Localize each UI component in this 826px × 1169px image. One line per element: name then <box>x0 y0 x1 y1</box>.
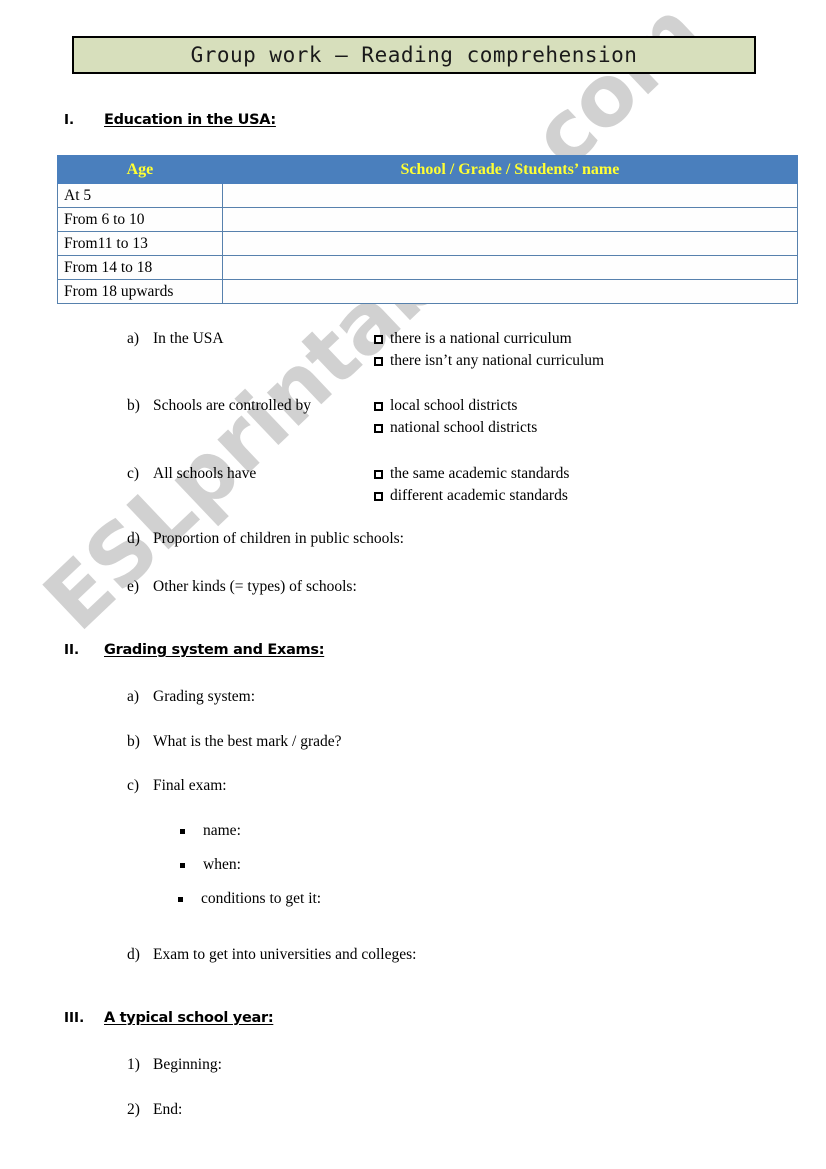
checkbox-icon[interactable] <box>374 492 383 501</box>
table-row: From 6 to 10 <box>57 207 799 232</box>
section-title-2: Grading system and Exams: <box>104 642 325 658</box>
table-cell-answer[interactable] <box>221 231 799 256</box>
options-group-1a: there is a national curriculum there isn… <box>374 330 604 374</box>
bullet-label: when: <box>203 856 241 873</box>
options-group-1c: the same academic standards different ac… <box>374 465 569 509</box>
option-row[interactable]: there is a national curriculum <box>374 330 604 348</box>
section-title-3: A typical school year: <box>104 1010 274 1026</box>
question-2d: d) Exam to get into universities and col… <box>127 946 416 964</box>
checkbox-icon[interactable] <box>374 335 383 344</box>
section-title-1: Education in the USA: <box>104 112 276 128</box>
options-group-1b: local school districts national school d… <box>374 397 537 441</box>
option-row[interactable]: local school districts <box>374 397 537 415</box>
section-heading-1: I. Education in the USA: <box>64 112 276 128</box>
table-header-row: Age School / Grade / Students’ name <box>57 155 799 184</box>
table-cell-age: At 5 <box>57 183 223 208</box>
bullet-label: conditions to get it: <box>201 890 322 907</box>
table-header-school: School / Grade / Students’ name <box>221 155 799 184</box>
question-text: Schools are controlled by <box>153 397 311 414</box>
question-text: In the USA <box>153 330 224 347</box>
table-row: At 5 <box>57 183 799 208</box>
question-text: Other kinds (= types) of schools: <box>153 578 357 595</box>
bullet-exam-conditions: conditions to get it: <box>178 890 321 908</box>
option-label: local school districts <box>390 397 518 414</box>
table-row: From11 to 13 <box>57 231 799 256</box>
worksheet-title: Group work – Reading comprehension <box>190 43 638 67</box>
question-marker: e) <box>127 578 140 595</box>
question-2c: c) Final exam: <box>127 777 227 795</box>
option-row[interactable]: the same academic standards <box>374 465 569 483</box>
question-text: End: <box>153 1101 183 1118</box>
section-heading-3: III. A typical school year: <box>64 1010 274 1026</box>
bullet-label: name: <box>203 822 241 839</box>
question-marker: c) <box>127 777 140 794</box>
question-text: Beginning: <box>153 1056 222 1073</box>
question-text: Exam to get into universities and colleg… <box>153 946 417 963</box>
title-banner: Group work – Reading comprehension <box>72 36 756 74</box>
question-text: All schools have <box>153 465 257 482</box>
question-1c: c) All schools have <box>127 465 256 483</box>
checkbox-icon[interactable] <box>374 424 383 433</box>
question-marker: c) <box>127 465 140 482</box>
table-cell-answer[interactable] <box>221 279 799 304</box>
education-table: Age School / Grade / Students’ name At 5… <box>57 155 799 304</box>
section-numeral-3: III. <box>64 1010 85 1026</box>
bullet-exam-when: when: <box>180 856 241 874</box>
option-label: there isn’t any national curriculum <box>390 352 605 369</box>
question-text: Final exam: <box>153 777 227 794</box>
table-row: From 14 to 18 <box>57 255 799 280</box>
square-bullet-icon <box>180 829 185 834</box>
question-marker: a) <box>127 688 140 705</box>
checkbox-icon[interactable] <box>374 470 383 479</box>
question-marker: 1) <box>127 1056 140 1073</box>
option-label: the same academic standards <box>390 465 570 482</box>
table-header-age: Age <box>57 155 223 184</box>
question-marker: b) <box>127 733 140 750</box>
question-marker: a) <box>127 330 140 347</box>
question-1b: b) Schools are controlled by <box>127 397 311 415</box>
option-label: national school districts <box>390 419 538 436</box>
table-cell-age: From 6 to 10 <box>57 207 223 232</box>
section-numeral-2: II. <box>64 642 80 658</box>
table-cell-age: From11 to 13 <box>57 231 223 256</box>
bullet-exam-name: name: <box>180 822 241 840</box>
table-cell-answer[interactable] <box>221 255 799 280</box>
question-3-2: 2) End: <box>127 1101 182 1119</box>
checkbox-icon[interactable] <box>374 357 383 366</box>
table-row: From 18 upwards <box>57 279 799 304</box>
question-marker: d) <box>127 530 140 547</box>
question-2b: b) What is the best mark / grade? <box>127 733 342 751</box>
section-numeral-1: I. <box>64 112 75 128</box>
table-cell-age: From 18 upwards <box>57 279 223 304</box>
question-1d: d) Proportion of children in public scho… <box>127 530 404 548</box>
question-2a: a) Grading system: <box>127 688 255 706</box>
checkbox-icon[interactable] <box>374 402 383 411</box>
square-bullet-icon <box>180 863 185 868</box>
question-1e: e) Other kinds (= types) of schools: <box>127 578 357 596</box>
question-marker: 2) <box>127 1101 140 1118</box>
option-row[interactable]: national school districts <box>374 419 537 437</box>
option-label: there is a national curriculum <box>390 330 572 347</box>
option-row[interactable]: there isn’t any national curriculum <box>374 352 604 370</box>
question-text: Proportion of children in public schools… <box>153 530 404 547</box>
option-label: different academic standards <box>390 487 568 504</box>
section-heading-2: II. Grading system and Exams: <box>64 642 325 658</box>
option-row[interactable]: different academic standards <box>374 487 569 505</box>
question-3-1: 1) Beginning: <box>127 1056 222 1074</box>
table-cell-answer[interactable] <box>221 207 799 232</box>
question-marker: b) <box>127 397 140 414</box>
table-cell-answer[interactable] <box>221 183 799 208</box>
question-text: What is the best mark / grade? <box>153 733 342 750</box>
square-bullet-icon <box>178 897 183 902</box>
worksheet-page: ESLprintables.com Group work – Reading c… <box>0 0 826 1169</box>
question-1a: a) In the USA <box>127 330 224 348</box>
table-cell-age: From 14 to 18 <box>57 255 223 280</box>
question-marker: d) <box>127 946 140 963</box>
question-text: Grading system: <box>153 688 256 705</box>
